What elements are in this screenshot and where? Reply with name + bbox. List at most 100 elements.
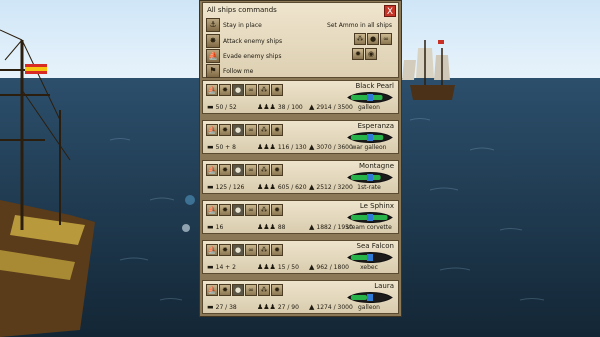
bomb-icon[interactable]: ✹ <box>271 84 283 96</box>
hull-icon: ▲ <box>309 103 315 111</box>
attack-enemy-ships-command[interactable]: ✸ Attack enemy ships <box>206 34 282 48</box>
grape-shot-icon[interactable]: ⁂ <box>258 284 270 296</box>
hull-stat: ▲ 3070 / 3600 <box>309 143 357 151</box>
sail-icon[interactable]: ⛵ <box>206 124 218 136</box>
close-button[interactable]: X <box>384 5 396 17</box>
ship-health-fill <box>351 95 383 100</box>
cannon-icon[interactable]: ✸ <box>219 204 231 216</box>
grape-shot-icon[interactable]: ⁂ <box>258 164 270 176</box>
cannonball-icon[interactable]: ● <box>232 164 244 176</box>
grape-shot-icon[interactable]: ⁂ <box>354 33 366 45</box>
command-label: Stay in place <box>223 21 262 29</box>
ship-name: Le Sphinx <box>359 202 394 210</box>
crew-stat: ♟♟♟ 116 / 130 <box>257 143 309 151</box>
bomb-icon[interactable]: ✹ <box>271 204 283 216</box>
crew-value: 15 / 50 <box>277 263 299 271</box>
cannon-icon[interactable]: ✸ <box>219 84 231 96</box>
ship-card[interactable]: ⛵ ✸ ● ∞ ⁂ ✹ Laura galleon ▬ 27 / 38 ♟♟♟ 27 / 90 ▲ 127… <box>202 280 399 314</box>
evade-enemy-ships-command[interactable]: ⛵ Evade enemy ships <box>206 49 281 63</box>
ship-core-marker <box>367 134 373 141</box>
ship-name: Esperanza <box>357 122 394 130</box>
ship-card[interactable]: ⛵ ✸ ● ∞ ⁂ ✹ Le Sphinx steam corvette ▬ 16 ♟♟♟ 88 ▲ 18… <box>202 200 399 234</box>
ship-health-icon <box>347 292 393 303</box>
grape-shot-icon[interactable]: ⁂ <box>258 244 270 256</box>
ship-core-marker <box>367 174 373 181</box>
ship-order-buttons: ⛵ ✸ ● ∞ ⁂ ✹ <box>206 284 283 296</box>
hull-icon: ▲ <box>309 223 315 231</box>
crew-value: 27 / 90 <box>277 303 299 311</box>
sail-icon[interactable]: ⛵ <box>206 84 218 96</box>
cannons-stat: ▬ 50 / 52 <box>207 103 257 111</box>
cannonball-icon[interactable]: ● <box>367 33 379 45</box>
stay-in-place-command[interactable]: ⚓ Stay in place <box>206 18 262 32</box>
ship-card[interactable]: ⛵ ✸ ● ∞ ⁂ ✹ Montagne 1st-rate ▬ 125 / 126 ♟♟♟ 605 /… <box>202 160 399 194</box>
all-ships-commands-box: All ships commands X ⚓ Stay in place ✸ A… <box>202 2 399 78</box>
ship-card[interactable]: ⛵ ✸ ● ∞ ⁂ ✹ Sea Falcon xebec ▬ 14 + 2 ♟♟♟ 15 / 50 ▲ 9… <box>202 240 399 274</box>
crew-stat: ♟♟♟ 605 / 620 <box>257 183 309 191</box>
grape-shot-icon[interactable]: ⁂ <box>258 84 270 96</box>
shell-icon[interactable]: ◉ <box>365 48 377 60</box>
bomb-icon[interactable]: ✹ <box>271 164 283 176</box>
grape-shot-icon[interactable]: ⁂ <box>258 124 270 136</box>
cannons-stat: ▬ 50 + 8 <box>207 143 257 151</box>
bomb-icon[interactable]: ✹ <box>352 48 364 60</box>
sail-icon: ⛵ <box>206 49 220 63</box>
ship-stats: ▬ 27 / 38 ♟♟♟ 27 / 90 ▲ 1274 / 3000 <box>207 303 357 311</box>
ship-order-buttons: ⛵ ✸ ● ∞ ⁂ ✹ <box>206 244 283 256</box>
cannon-icon[interactable]: ✸ <box>219 284 231 296</box>
cannons-icon: ▬ <box>207 103 214 111</box>
bomb-icon[interactable]: ✹ <box>271 284 283 296</box>
cannons-value: 14 + 2 <box>215 263 236 271</box>
ship-order-buttons: ⛵ ✸ ● ∞ ⁂ ✹ <box>206 204 283 216</box>
cannons-icon: ▬ <box>207 183 214 191</box>
hull-value: 1274 / 3000 <box>316 303 353 311</box>
sail-icon[interactable]: ⛵ <box>206 164 218 176</box>
sail-icon[interactable]: ⛵ <box>206 204 218 216</box>
crew-icon: ♟♟♟ <box>257 103 276 111</box>
cannonball-icon[interactable]: ● <box>232 204 244 216</box>
ship-name: Black Pearl <box>355 82 394 90</box>
follow-me-command[interactable]: ⚑ Follow me <box>206 64 253 78</box>
cannonball-icon[interactable]: ● <box>232 124 244 136</box>
ship-health-fill <box>351 175 381 180</box>
hull-icon: ▲ <box>309 143 315 151</box>
sail-icon[interactable]: ⛵ <box>206 244 218 256</box>
ship-health-icon <box>347 92 393 103</box>
chain-shot-icon[interactable]: ∞ <box>245 204 257 216</box>
cannonball-icon[interactable]: ● <box>232 244 244 256</box>
chain-shot-icon[interactable]: ∞ <box>245 124 257 136</box>
ship-health-fill <box>351 295 367 300</box>
crew-icon: ♟♟♟ <box>257 263 276 271</box>
cannons-stat: ▬ 125 / 126 <box>207 183 257 191</box>
ship-card[interactable]: ⛵ ✸ ● ∞ ⁂ ✹ Esperanza war galleon ▬ 50 + 8 ♟♟♟ 116 … <box>202 120 399 154</box>
ship-core-marker <box>367 294 373 301</box>
cannon-icon[interactable]: ✸ <box>219 124 231 136</box>
chain-shot-icon[interactable]: ∞ <box>380 33 392 45</box>
chain-shot-icon[interactable]: ∞ <box>245 284 257 296</box>
cannon-icon[interactable]: ✸ <box>219 244 231 256</box>
cannonball-icon[interactable]: ● <box>232 284 244 296</box>
bomb-icon[interactable]: ✹ <box>271 244 283 256</box>
flag-icon: ⚑ <box>206 64 220 78</box>
cannon-icon[interactable]: ✸ <box>219 164 231 176</box>
ammo-buttons-row-2: ✹ ◉ <box>352 48 377 60</box>
chain-shot-icon[interactable]: ∞ <box>245 84 257 96</box>
ship-card[interactable]: ⛵ ✸ ● ∞ ⁂ ✹ Black Pearl galleon ▬ 50 / 52 ♟♟♟ 38 / … <box>202 80 399 114</box>
chain-shot-icon[interactable]: ∞ <box>245 164 257 176</box>
hull-stat: ▲ 962 / 1800 <box>309 263 357 271</box>
ship-stats: ▬ 14 + 2 ♟♟♟ 15 / 50 ▲ 962 / 1800 <box>207 263 357 271</box>
cannons-value: 27 / 38 <box>215 303 237 311</box>
hull-stat: ▲ 2914 / 3500 <box>309 103 357 111</box>
ship-stats: ▬ 16 ♟♟♟ 88 ▲ 1882 / 1950 <box>207 223 357 231</box>
cannons-icon: ▬ <box>207 303 214 311</box>
ship-health-icon <box>347 212 393 223</box>
crew-value: 116 / 130 <box>277 143 307 151</box>
hull-stat: ▲ 2512 / 3200 <box>309 183 357 191</box>
grape-shot-icon[interactable]: ⁂ <box>258 204 270 216</box>
cannonball-icon[interactable]: ● <box>232 84 244 96</box>
chain-shot-icon[interactable]: ∞ <box>245 244 257 256</box>
ship-health-icon <box>347 132 393 143</box>
bomb-icon[interactable]: ✹ <box>271 124 283 136</box>
hull-value: 3070 / 3600 <box>316 143 353 151</box>
sail-icon[interactable]: ⛵ <box>206 284 218 296</box>
